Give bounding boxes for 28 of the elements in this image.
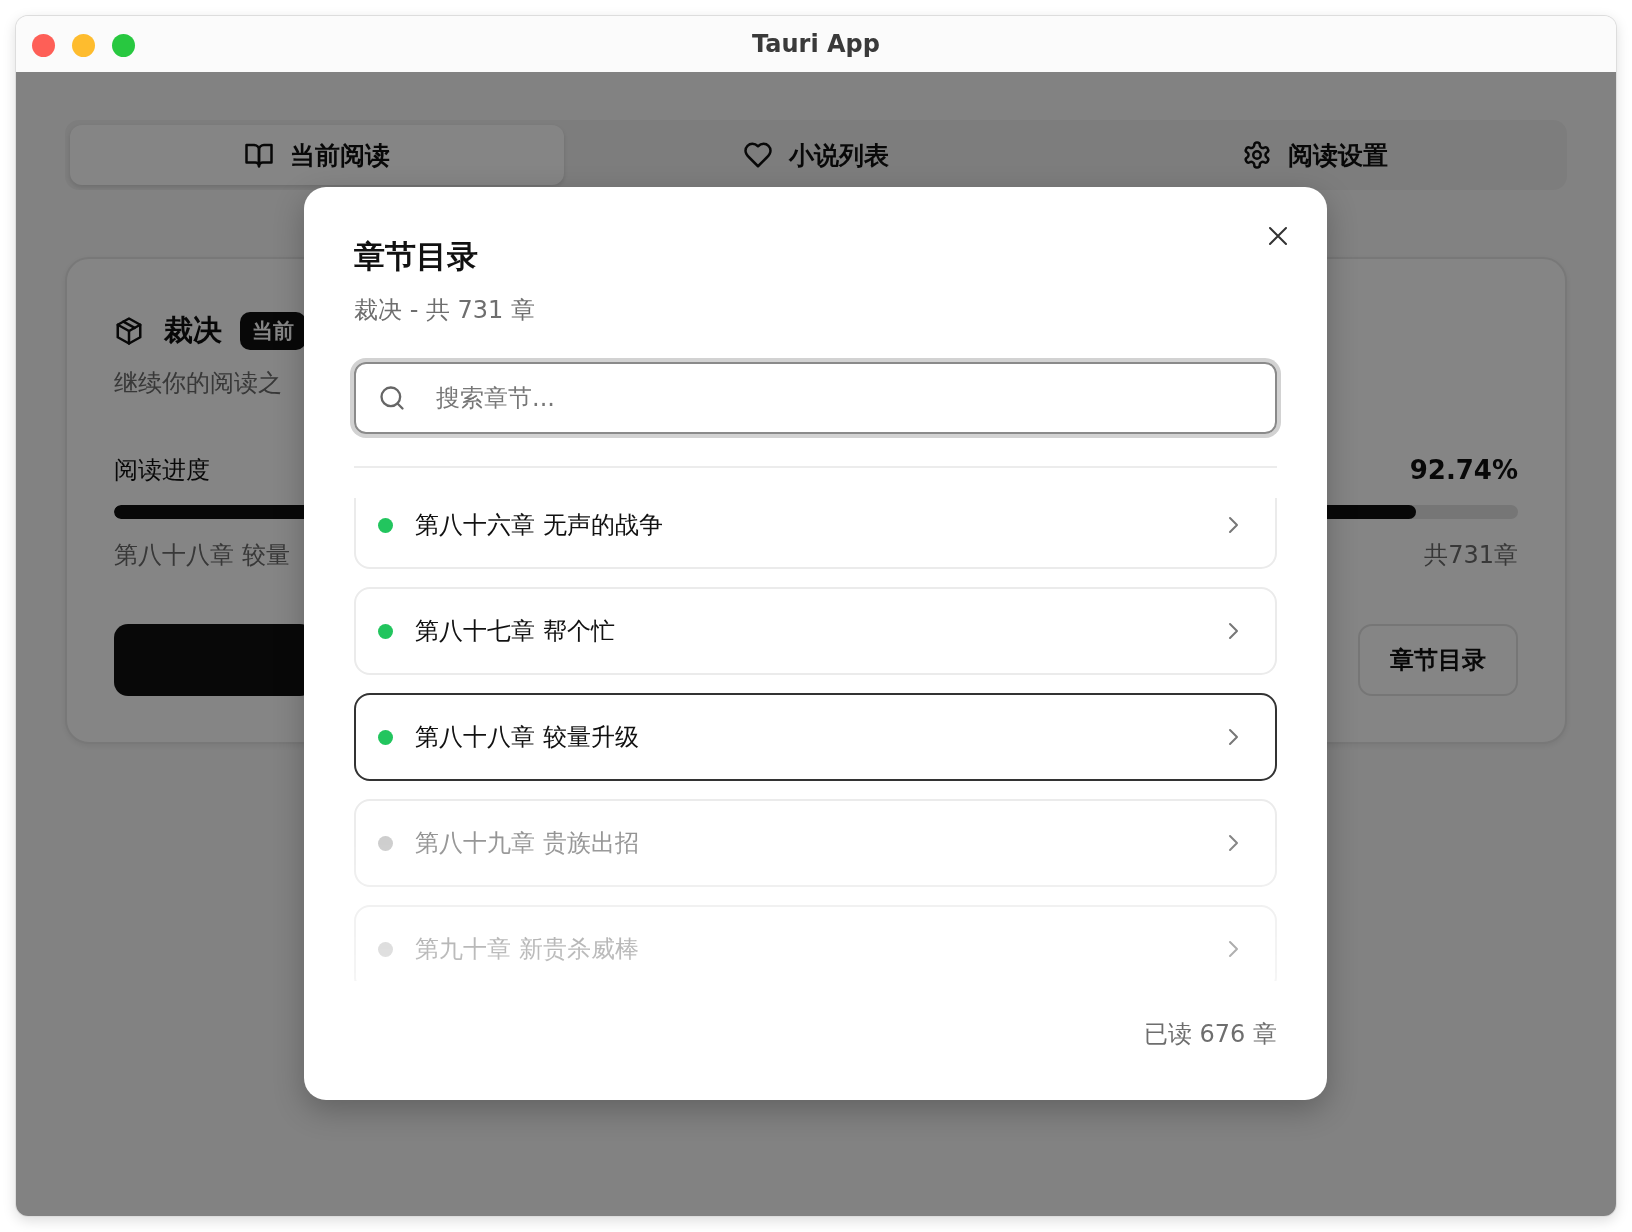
search-icon — [378, 384, 406, 412]
tab[interactable]: 阅读设置 — [1068, 125, 1562, 185]
progress-percent: 92.74% — [1409, 454, 1518, 486]
chapter-item[interactable]: 第八十九章 贵族出招 — [354, 799, 1277, 887]
chapter-item[interactable]: 第八十八章 较量升级 — [354, 693, 1277, 781]
book-title: 裁决 — [164, 312, 222, 349]
chapter-count: 共731章 — [1424, 540, 1518, 571]
zoom-window-button[interactable] — [112, 34, 135, 57]
card-subtitle: 继续你的阅读之 — [114, 368, 282, 399]
tab[interactable]: 小说列表 — [569, 125, 1063, 185]
toc-button[interactable]: 章节目录 — [1358, 624, 1518, 696]
cube-icon — [114, 316, 144, 346]
close-window-button[interactable] — [32, 34, 55, 57]
tab[interactable]: 当前阅读 — [70, 125, 564, 185]
window-title: Tauri App — [752, 30, 880, 58]
read-count: 已读 676 章 — [1143, 1019, 1277, 1050]
heart-icon — [743, 140, 773, 170]
minimize-window-button[interactable] — [72, 34, 95, 57]
close-button[interactable] — [1266, 224, 1290, 248]
chapter-item[interactable]: 第八十七章 帮个忙 — [354, 587, 1277, 675]
current-badge: 当前 — [240, 312, 306, 350]
settings-icon — [1242, 140, 1272, 170]
chapter-item[interactable]: 第八十六章 无声的战争 — [354, 498, 1277, 569]
dialog-title: 章节目录 — [354, 237, 479, 276]
current-chapter: 第八十八章 较量 — [114, 540, 290, 571]
progress-label: 阅读进度 — [114, 455, 210, 486]
close-icon — [1266, 224, 1290, 248]
dialog-subtitle: 裁决 - 共 731 章 — [354, 295, 536, 326]
